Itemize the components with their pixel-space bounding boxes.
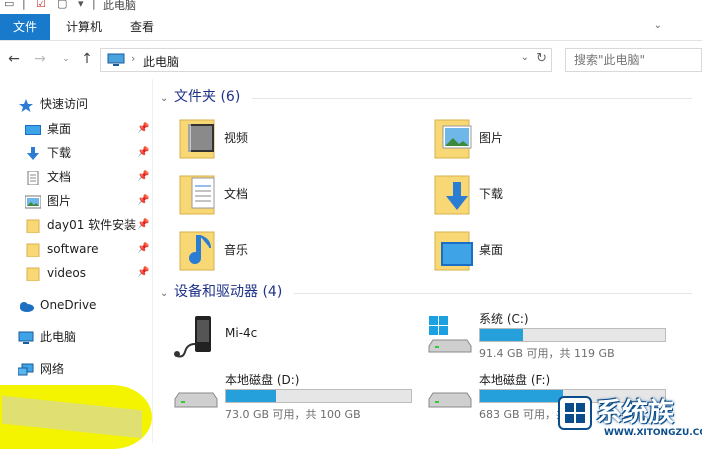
download-folder-icon xyxy=(433,172,473,216)
pane-divider xyxy=(152,79,153,443)
search-box[interactable] xyxy=(565,48,702,72)
disk-usage-fill xyxy=(226,390,276,402)
folder-music[interactable]: 音乐 xyxy=(178,228,418,272)
desktop-icon xyxy=(25,122,41,136)
pin-icon[interactable]: 📌 xyxy=(137,219,149,230)
disk-usage-fill xyxy=(480,329,523,341)
folder-documents[interactable]: 文档 xyxy=(178,172,418,216)
chevron-right-icon[interactable]: › xyxy=(131,52,135,65)
folder-downloads[interactable]: 下载 xyxy=(433,172,673,216)
disk-usage-bar xyxy=(479,328,666,342)
cloud-icon xyxy=(18,298,34,312)
search-input[interactable] xyxy=(566,49,701,71)
group-divider xyxy=(294,293,692,294)
app-icon: ▭ xyxy=(4,0,15,10)
customize-dropdown-icon[interactable]: ▾ xyxy=(78,0,84,10)
computer-icon xyxy=(107,53,125,70)
disk-usage-bar xyxy=(225,389,412,403)
group-header-folders[interactable]: ⌄ 文件夹 (6) xyxy=(160,87,240,107)
tab-computer[interactable]: 计算机 xyxy=(64,14,104,40)
navigation-bar: ← → ⌄ ↑ › 此电脑 ⌄ ↻ xyxy=(0,41,702,79)
disk-usage-fill xyxy=(480,390,564,402)
folder-icon xyxy=(25,242,41,258)
folder-icon xyxy=(25,266,41,282)
back-arrow-icon[interactable]: ← xyxy=(4,49,24,69)
folder-pictures[interactable]: 图片 xyxy=(433,116,673,160)
up-arrow-icon[interactable]: ↑ xyxy=(77,49,97,69)
pin-icon[interactable]: 📌 xyxy=(137,123,149,134)
document-folder-icon xyxy=(178,172,218,216)
pin-icon[interactable]: 📌 xyxy=(137,243,149,254)
network-icon xyxy=(17,362,34,376)
divider-icon: | xyxy=(22,0,26,10)
download-arrow-icon xyxy=(25,146,41,160)
ribbon: 文件 计算机 查看 ⌄ xyxy=(0,14,702,41)
folder-icon xyxy=(25,218,41,234)
navigation-pane: 快速访问 桌面 📌 下载 📌 文档 📌 图片 📌 day01 软件安装 📌 so… xyxy=(0,79,152,449)
hard-drive-icon xyxy=(173,375,219,415)
document-icon xyxy=(25,170,41,186)
properties-icon[interactable]: ☑ xyxy=(36,0,46,10)
pin-icon[interactable]: 📌 xyxy=(137,267,149,278)
group-header-devices[interactable]: ⌄ 设备和驱动器 (4) xyxy=(160,282,282,302)
picture-icon xyxy=(24,194,42,209)
new-folder-icon[interactable]: ▢ xyxy=(57,0,67,10)
refresh-icon[interactable]: ↻ xyxy=(536,51,547,66)
chevron-down-icon[interactable]: ⌄ xyxy=(654,20,662,31)
device-phone[interactable]: Mi-4c xyxy=(173,310,423,360)
watermark-text: 系统族 xyxy=(596,398,675,428)
breadcrumb-this-pc[interactable]: 此电脑 xyxy=(143,53,179,70)
divider-icon: | xyxy=(92,0,96,10)
forward-arrow-icon[interactable]: → xyxy=(30,49,50,69)
computer-icon xyxy=(18,330,34,344)
folder-videos[interactable]: 视频 xyxy=(178,116,418,160)
chevron-down-icon[interactable]: ⌄ xyxy=(521,52,529,63)
pin-icon[interactable]: 📌 xyxy=(137,147,149,158)
group-divider xyxy=(252,98,692,99)
tab-view[interactable]: 查看 xyxy=(128,14,156,40)
video-folder-icon xyxy=(178,116,218,160)
chevron-down-icon: ⌄ xyxy=(160,93,169,104)
desktop-folder-icon xyxy=(433,228,473,272)
folder-desktop[interactable]: 桌面 xyxy=(433,228,673,272)
music-folder-icon xyxy=(178,228,218,272)
star-icon xyxy=(18,97,34,112)
chevron-down-icon: ⌄ xyxy=(160,288,169,299)
windows-drive-icon xyxy=(427,314,473,354)
drive-c[interactable]: 系统 (C:) 91.4 GB 可用，共 119 GB xyxy=(427,310,677,360)
watermark: 系统族 WWW.XITONGZU.COM xyxy=(552,392,702,443)
recent-chevron-down-icon[interactable]: ⌄ xyxy=(56,49,76,69)
hard-drive-icon xyxy=(427,375,473,415)
title-bar: ▭ | ☑ ▢ ▾ | 此电脑 xyxy=(0,0,702,14)
tab-file[interactable]: 文件 xyxy=(0,14,50,40)
pin-icon[interactable]: 📌 xyxy=(137,195,149,206)
windows-logo-icon xyxy=(558,396,592,430)
watermark-url: WWW.XITONGZU.COM xyxy=(604,428,702,438)
phone-icon xyxy=(173,314,219,358)
pin-icon[interactable]: 📌 xyxy=(137,171,149,182)
address-bar[interactable]: › 此电脑 ⌄ ↻ xyxy=(100,48,552,72)
window-title: 此电脑 xyxy=(103,0,136,12)
drive-d[interactable]: 本地磁盘 (D:) 73.0 GB 可用，共 100 GB xyxy=(173,371,423,421)
picture-folder-icon xyxy=(433,116,473,160)
